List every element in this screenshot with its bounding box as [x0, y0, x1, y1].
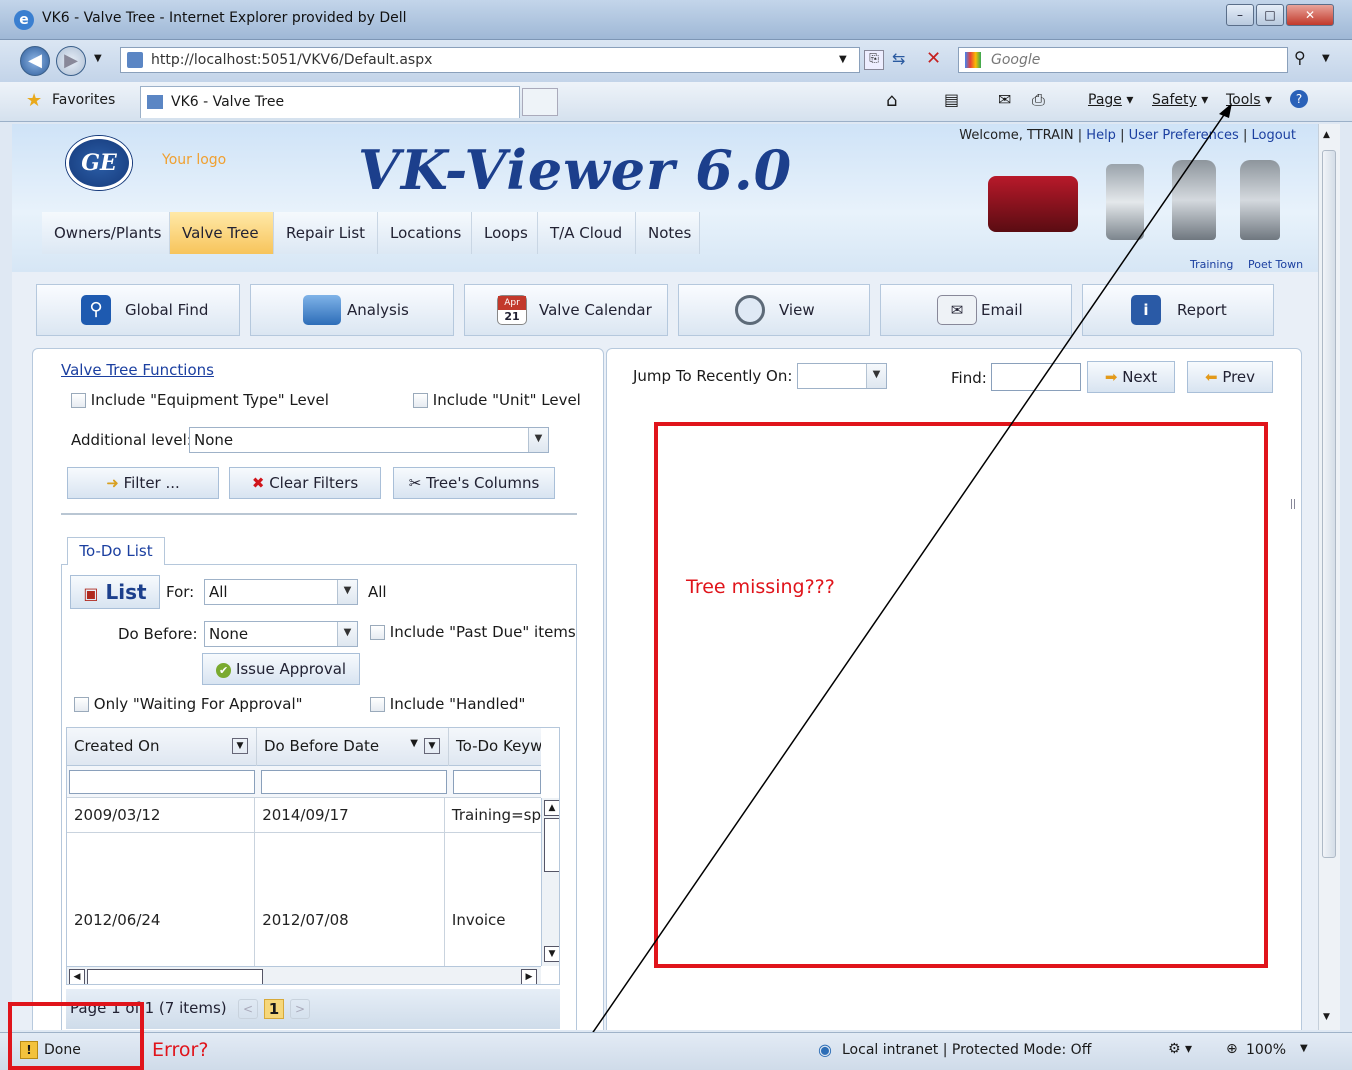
error-annotation: Error? — [152, 1039, 209, 1061]
security-zone: Local intranet | Protected Mode: Off — [842, 1042, 1092, 1058]
zoom-dropdown-icon[interactable]: ▼ — [1300, 1043, 1308, 1054]
zoom-level[interactable]: 100% — [1246, 1042, 1286, 1058]
globe-icon: ◉ — [818, 1040, 832, 1059]
protected-mode-icon[interactable]: ⚙ ▾ — [1168, 1041, 1192, 1057]
done-highlight — [8, 1002, 144, 1070]
status-bar: ! Done Error? ◉ Local intranet | Protect… — [0, 1032, 1352, 1070]
zoom-icon[interactable]: ⊕ — [1226, 1041, 1238, 1057]
annotation-arrow — [566, 103, 1232, 1070]
tab-todo-list[interactable]: To-Do List — [67, 537, 165, 565]
